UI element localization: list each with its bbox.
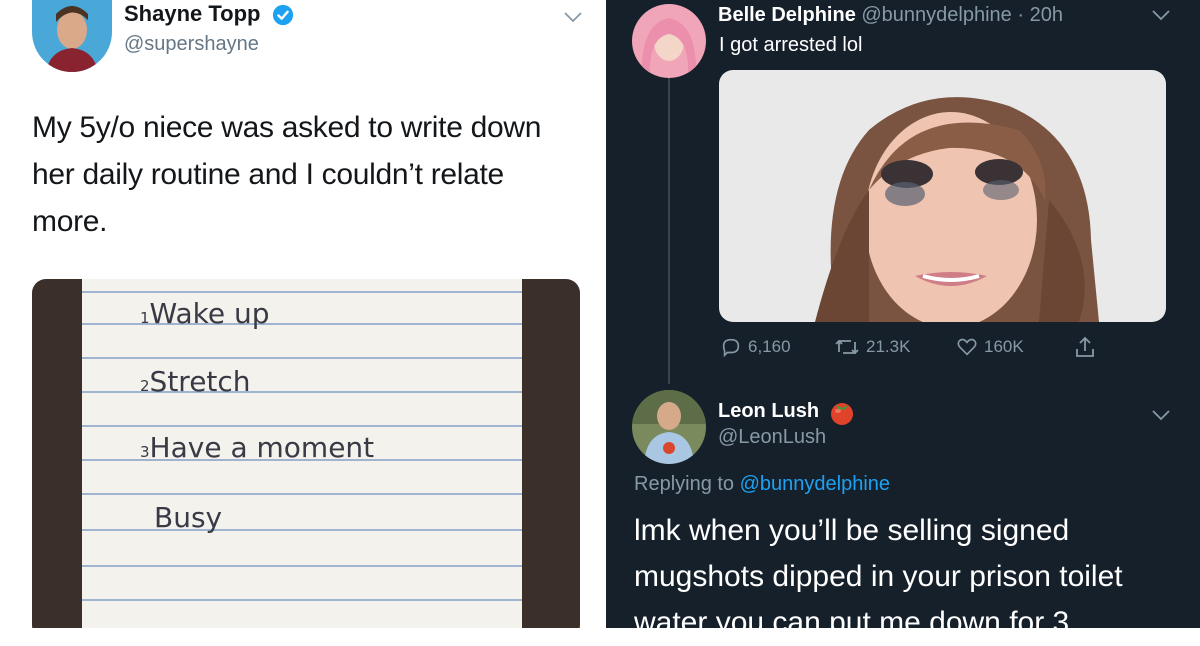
belle-handle[interactable]: @bunnydelphine · 20h <box>861 4 1063 26</box>
like-icon <box>957 338 977 356</box>
tweet-text: My 5y/o niece was asked to write down he… <box>32 111 542 238</box>
author-handle[interactable]: @supershayne <box>124 33 259 56</box>
note-line-2: 2Stretch <box>140 365 251 398</box>
leon-handle[interactable]: @LeonLush <box>718 426 826 449</box>
like-count: 160K <box>984 337 1024 356</box>
verified-badge-icon <box>272 4 294 26</box>
leon-tweet-text: lmk when you’ll be selling signed mugsho… <box>634 514 1123 639</box>
retweet-button[interactable]: 21.3K <box>834 334 910 360</box>
note-line-4: Busy <box>154 501 223 534</box>
belle-name[interactable]: Belle Delphine @bunnydelphine · 20h <box>718 4 1063 27</box>
retweet-count: 21.3K <box>866 337 911 356</box>
thread-line <box>668 78 670 384</box>
note-line-1: 1Wake up <box>140 297 270 330</box>
share-button[interactable] <box>1074 334 1096 360</box>
chevron-down-icon[interactable] <box>1150 8 1172 22</box>
leon-avatar[interactable] <box>632 390 706 464</box>
reply-count: 6,160 <box>748 337 791 356</box>
belle-tweet-text: I got arrested lol <box>719 34 863 56</box>
reply-icon <box>722 338 740 358</box>
shayne-avatar[interactable] <box>32 0 112 72</box>
note-line-3: 3Have a moment <box>140 431 375 464</box>
like-button[interactable]: 160K <box>956 334 1024 360</box>
chevron-down-icon[interactable] <box>562 10 584 24</box>
share-icon <box>1076 336 1094 357</box>
replying-to-link[interactable]: @bunnydelphine <box>740 473 890 495</box>
leon-name[interactable]: Leon Lush <box>718 400 819 423</box>
reply-button[interactable]: 6,160 <box>720 334 791 360</box>
left-tweet-panel: Shayne Topp @supershayne My 5y/o niece w… <box>0 0 606 628</box>
selfie-photo[interactable] <box>719 70 1166 322</box>
lined-paper: 1Wake up 2Stretch 3Have a moment Busy <box>82 279 522 628</box>
retweet-icon <box>835 339 859 355</box>
author-name[interactable]: Shayne Topp <box>124 1 261 27</box>
chevron-down-icon[interactable] <box>1150 408 1172 422</box>
replying-to-line: Replying to @bunnydelphine <box>634 473 891 495</box>
notebook-photo[interactable]: 1Wake up 2Stretch 3Have a moment Busy <box>32 279 580 628</box>
tomato-emoji-icon <box>831 403 853 425</box>
belle-avatar[interactable] <box>632 4 706 78</box>
